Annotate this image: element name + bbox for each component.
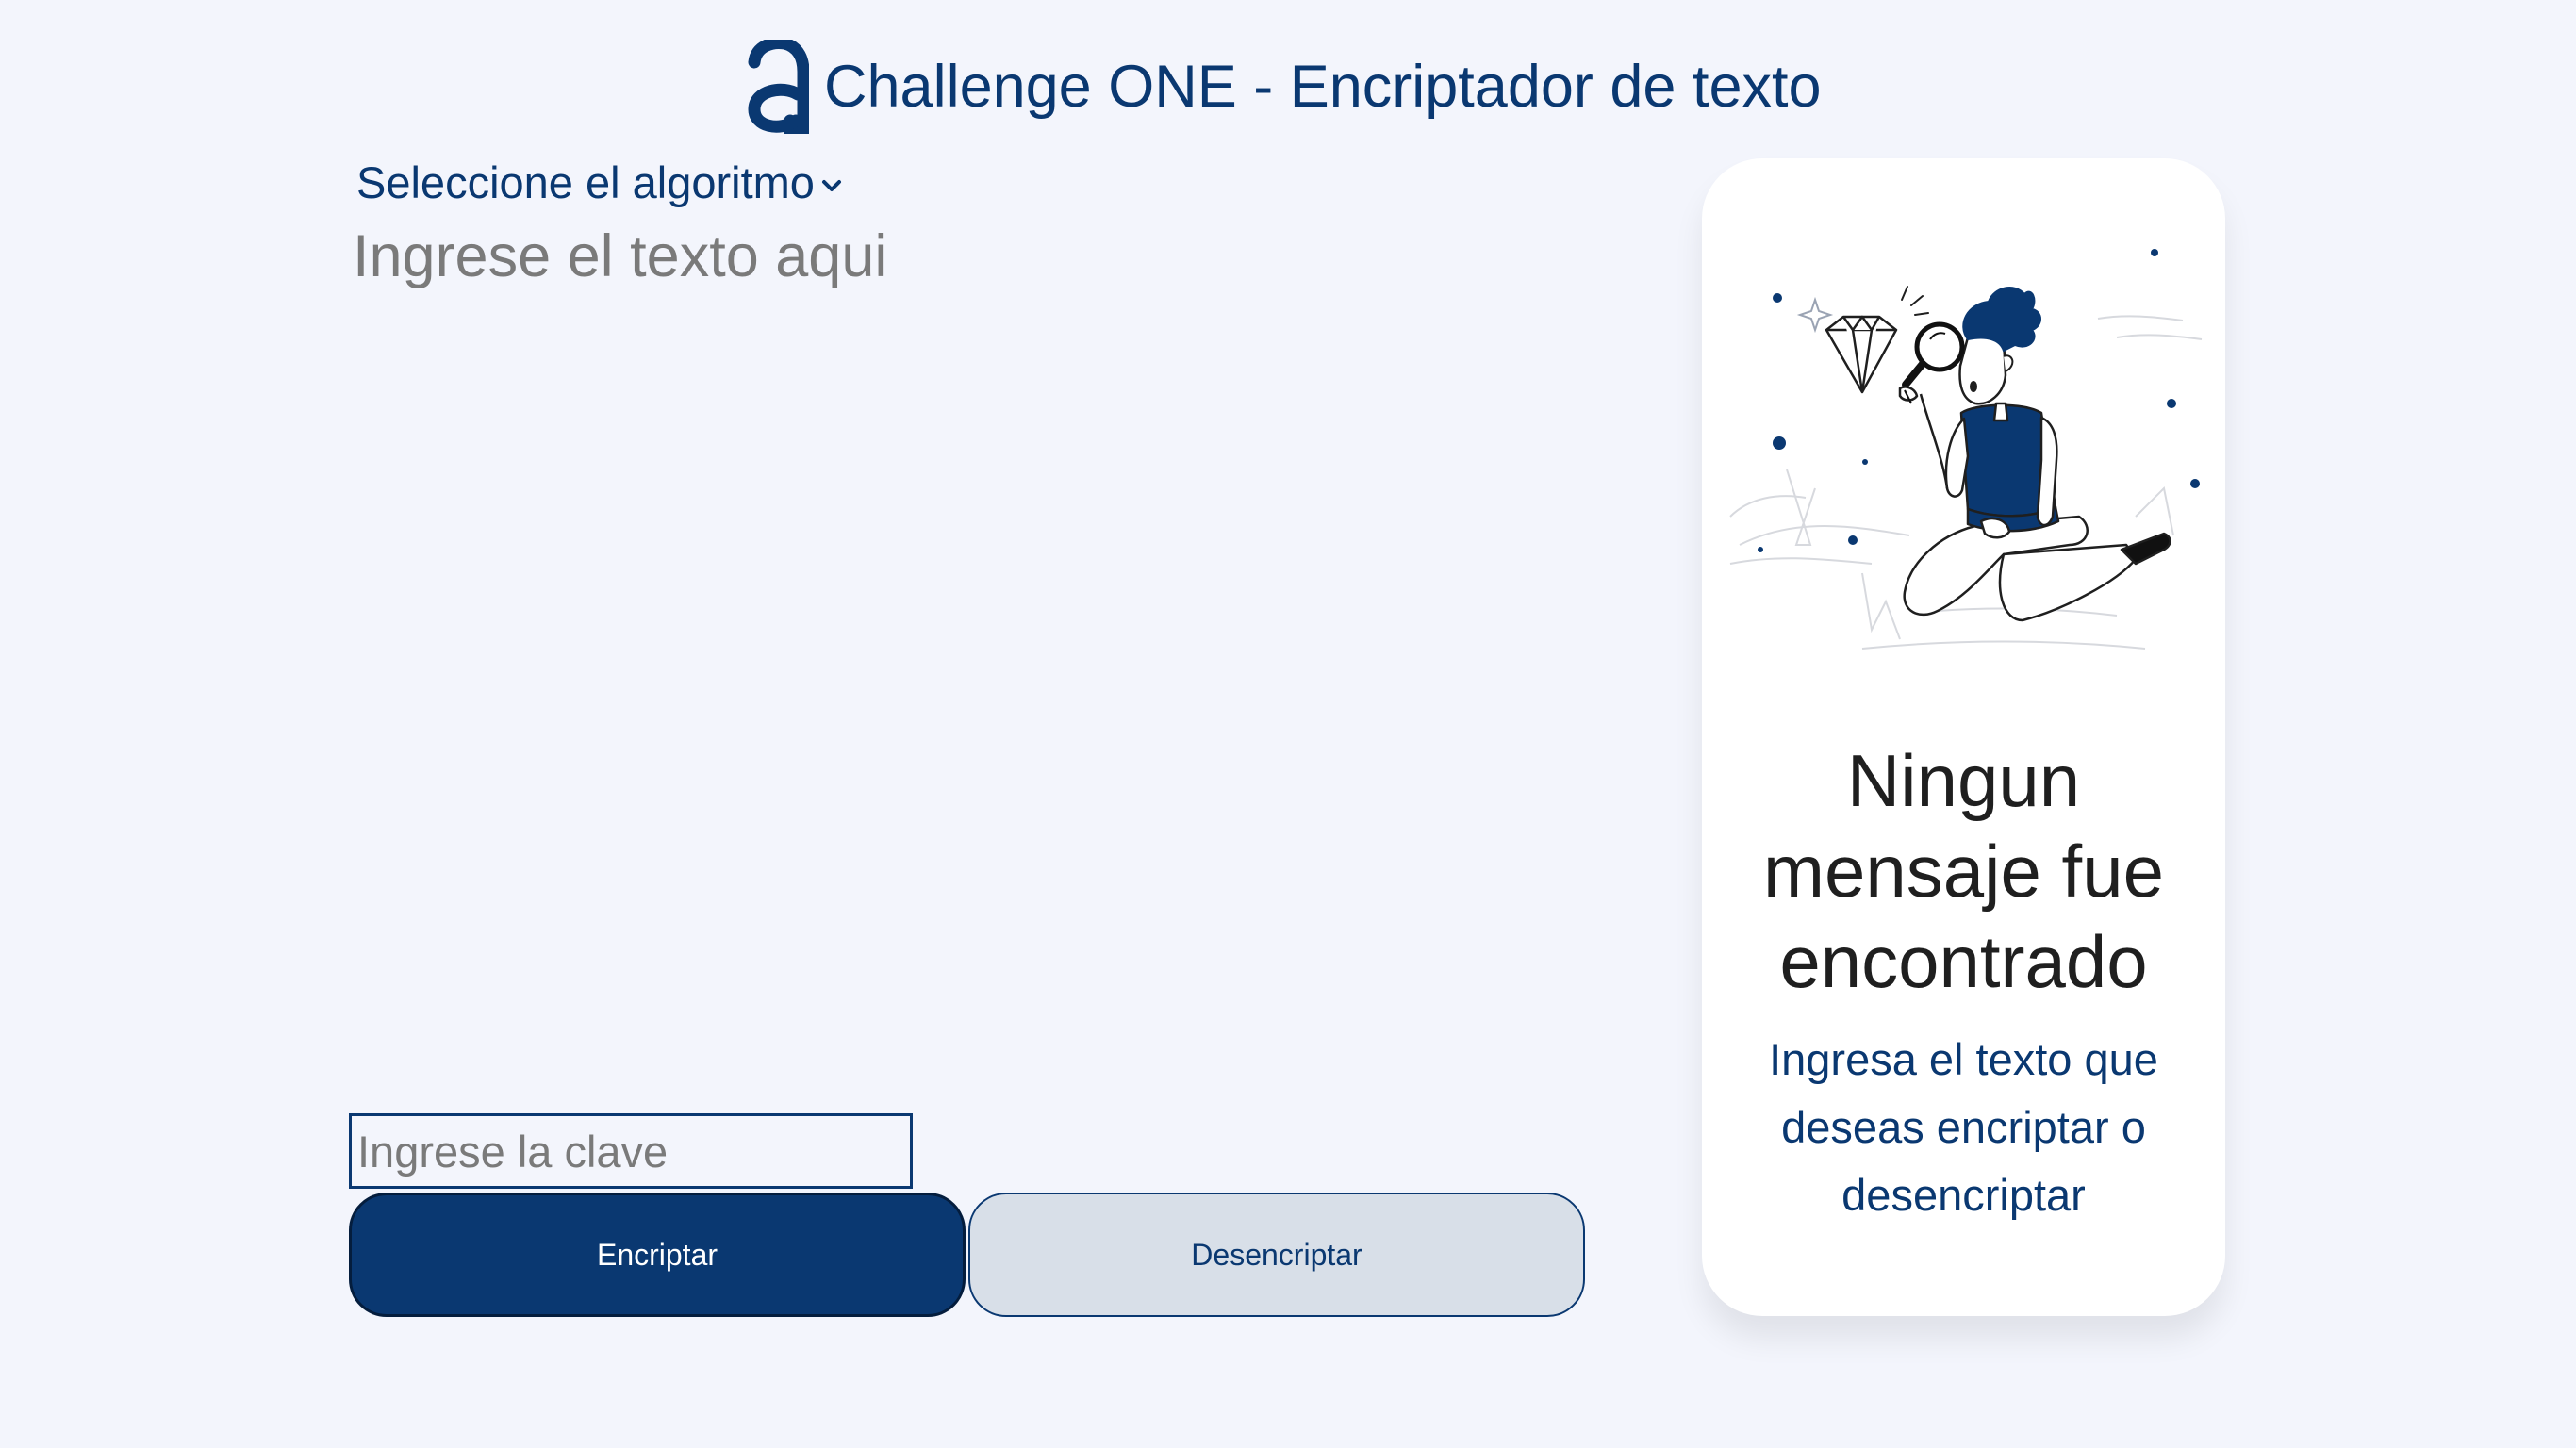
- decrypt-button[interactable]: Desencriptar: [968, 1193, 1585, 1317]
- decrypt-button-label: Desencriptar: [1191, 1237, 1362, 1272]
- empty-result-title: Ningun mensaje fue encontrado: [1763, 739, 2164, 1003]
- encrypt-button[interactable]: Encriptar: [349, 1193, 966, 1317]
- result-panel: Ningun mensaje fue encontrado Ingresa el…: [1702, 158, 2225, 1316]
- text-input[interactable]: [353, 222, 1578, 1071]
- empty-result-subtitle: Ingresa el texto que deseas encriptar o …: [1769, 1034, 2158, 1220]
- chevron-down-icon: [821, 179, 841, 191]
- app-title: Challenge ONE - Encriptador de texto: [824, 54, 1822, 120]
- key-input[interactable]: [349, 1113, 913, 1189]
- algorithm-select[interactable]: Seleccione el algoritmo: [356, 156, 843, 208]
- encrypt-button-label: Encriptar: [596, 1237, 718, 1272]
- algorithm-select-label: Seleccione el algoritmo: [356, 157, 815, 207]
- alura-logo-icon: [748, 40, 809, 134]
- app-header: Challenge ONE - Encriptador de texto: [745, 36, 1822, 138]
- person-with-magnifier-illustration: [1729, 249, 2203, 650]
